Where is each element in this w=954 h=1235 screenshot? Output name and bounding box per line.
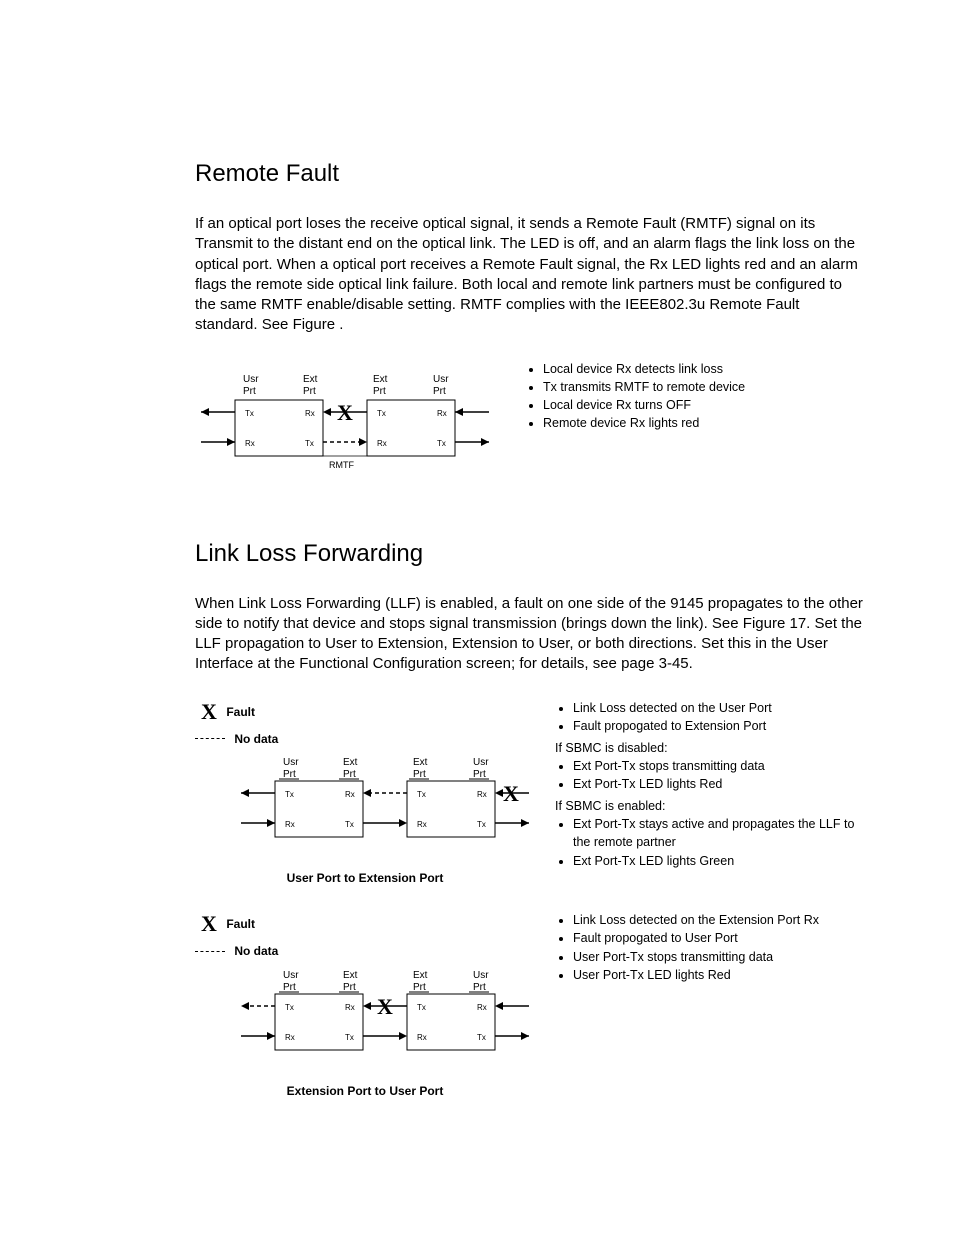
svg-text:Tx: Tx (417, 1003, 426, 1012)
list-item: Local device Rx detects link loss (543, 360, 864, 378)
svg-text:Ext: Ext (413, 757, 428, 768)
list-item: Ext Port-Tx stops transmitting data (573, 757, 864, 775)
svg-text:Prt: Prt (473, 769, 486, 780)
svg-text:Prt: Prt (433, 386, 446, 397)
svg-text:Rx: Rx (285, 820, 295, 829)
svg-text:Ext: Ext (343, 757, 358, 768)
list-item: Local device Rx turns OFF (543, 396, 864, 414)
fault-x-icon: X (377, 994, 393, 1019)
caption-a: User Port to Extension Port (195, 871, 535, 885)
svg-text:Usr: Usr (473, 970, 489, 981)
svg-text:Rx: Rx (477, 790, 487, 799)
svg-text:Tx: Tx (285, 790, 294, 799)
fault-x-icon: X (337, 400, 353, 425)
rmtf-svg: Usr Prt Ext Prt Ext Prt Usr Prt Tx Rx Rx… (195, 360, 495, 500)
paragraph-remote-fault: If an optical port loses the receive opt… (195, 214, 864, 336)
svg-text:Prt: Prt (473, 982, 486, 993)
llf-diagram-b: X Fault No data UsrPrt ExtPrt ExtPrt Usr… (195, 911, 535, 1120)
svg-text:Usr: Usr (433, 374, 449, 385)
svg-text:Rx: Rx (477, 1003, 487, 1012)
svg-text:Tx: Tx (305, 439, 314, 448)
heading-remote-fault: Remote Fault (195, 160, 864, 188)
fault-x-icon: X (195, 911, 223, 937)
caption-b: Extension Port to User Port (195, 1084, 535, 1098)
remote-fault-row: Usr Prt Ext Prt Ext Prt Usr Prt Tx Rx Rx… (195, 360, 864, 500)
list-item: User Port-Tx stops transmitting data (573, 948, 864, 966)
svg-text:Tx: Tx (477, 1033, 486, 1042)
heading-llf: Link Loss Forwarding (195, 540, 864, 568)
nodata-dash-icon (195, 951, 225, 952)
llf-a-svg: UsrPrt ExtPrt ExtPrt UsrPrt TxRx RxTx Tx… (195, 751, 535, 861)
svg-text:Tx: Tx (245, 409, 254, 418)
svg-text:Prt: Prt (343, 769, 356, 780)
group-label: If SBMC is enabled: (555, 797, 864, 815)
svg-text:Rx: Rx (417, 1033, 427, 1042)
llf-notes-b: Link Loss detected on the Extension Port… (555, 911, 864, 984)
svg-text:Prt: Prt (343, 982, 356, 993)
svg-text:Prt: Prt (283, 769, 296, 780)
svg-text:Usr: Usr (283, 970, 299, 981)
group-label: If SBMC is disabled: (555, 739, 864, 757)
label-rmtf: RMTF (329, 460, 354, 470)
svg-text:Tx: Tx (377, 409, 386, 418)
label-usr-prt: Usr (243, 374, 259, 385)
svg-text:Ext: Ext (373, 374, 388, 385)
paragraph-llf: When Link Loss Forwarding (LLF) is enabl… (195, 594, 864, 675)
nodata-dash-icon (195, 738, 225, 739)
fault-x-icon: X (195, 699, 223, 725)
list-item: Ext Port-Tx LED lights Green (573, 852, 864, 870)
svg-text:Tx: Tx (345, 820, 354, 829)
svg-text:Prt: Prt (303, 386, 316, 397)
list-item: Link Loss detected on the Extension Port… (573, 911, 864, 929)
svg-text:Rx: Rx (437, 409, 447, 418)
svg-text:Usr: Usr (473, 757, 489, 768)
list-item: Ext Port-Tx LED lights Red (573, 775, 864, 793)
svg-text:Rx: Rx (345, 790, 355, 799)
svg-text:Rx: Rx (285, 1033, 295, 1042)
svg-text:Rx: Rx (377, 439, 387, 448)
svg-text:Prt: Prt (413, 769, 426, 780)
svg-text:Rx: Rx (417, 820, 427, 829)
svg-text:Prt: Prt (413, 982, 426, 993)
legend-fault: X Fault (195, 911, 535, 937)
page: Remote Fault If an optical port loses th… (0, 0, 954, 1235)
svg-text:Ext: Ext (343, 970, 358, 981)
legend-fault: X Fault (195, 699, 535, 725)
legend-nodata: No data (195, 731, 535, 746)
list-item: Link Loss detected on the User Port (573, 699, 864, 717)
label-ext-prt: Ext (303, 374, 318, 385)
svg-text:Prt: Prt (243, 386, 256, 397)
remote-fault-notes: Local device Rx detects link loss Tx tra… (525, 360, 864, 433)
legend-nodata: No data (195, 943, 535, 958)
list-item: Remote device Rx lights red (543, 414, 864, 432)
list-item: Ext Port-Tx stays active and propagates … (573, 815, 864, 851)
llf-diagram-a: X Fault No data UsrPrt ExtPrt ExtPrt Usr… (195, 699, 535, 908)
svg-text:Usr: Usr (283, 757, 299, 768)
llf-row-a: X Fault No data UsrPrt ExtPrt ExtPrt Usr… (195, 699, 864, 908)
svg-text:Ext: Ext (413, 970, 428, 981)
svg-text:Tx: Tx (477, 820, 486, 829)
llf-row-b: X Fault No data UsrPrt ExtPrt ExtPrt Usr… (195, 911, 864, 1120)
svg-text:Tx: Tx (285, 1003, 294, 1012)
svg-text:Tx: Tx (417, 790, 426, 799)
svg-text:Prt: Prt (283, 982, 296, 993)
list-item: User Port-Tx LED lights Red (573, 966, 864, 984)
remote-fault-diagram: Usr Prt Ext Prt Ext Prt Usr Prt Tx Rx Rx… (195, 360, 495, 500)
svg-text:Tx: Tx (437, 439, 446, 448)
svg-text:Prt: Prt (373, 386, 386, 397)
fault-x-icon: X (503, 781, 519, 806)
list-item: Fault propogated to Extension Port (573, 717, 864, 735)
list-item: Tx transmits RMTF to remote device (543, 378, 864, 396)
svg-text:Rx: Rx (345, 1003, 355, 1012)
llf-b-svg: UsrPrt ExtPrt ExtPrt UsrPrt TxRx RxTx Tx… (195, 964, 535, 1074)
svg-text:Rx: Rx (245, 439, 255, 448)
list-item: Fault propogated to User Port (573, 929, 864, 947)
llf-notes-a: Link Loss detected on the User Port Faul… (555, 699, 864, 870)
svg-text:Rx: Rx (305, 409, 315, 418)
svg-text:Tx: Tx (345, 1033, 354, 1042)
